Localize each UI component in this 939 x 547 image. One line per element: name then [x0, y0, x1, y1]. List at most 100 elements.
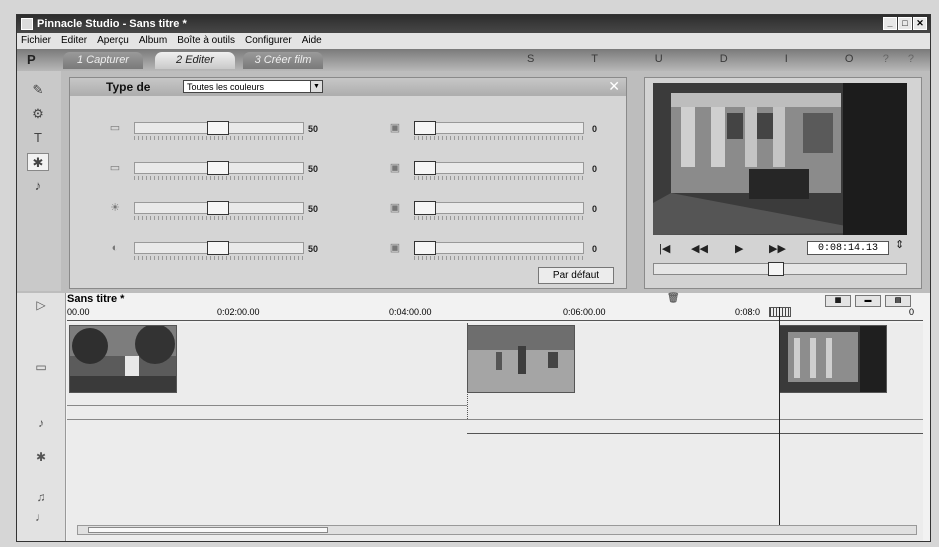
slider-value-1: 50: [308, 124, 319, 134]
slider-value-4: 50: [308, 244, 319, 254]
color-correction-panel: Type de Toutes les couleurs ▼ ✕ ▭ 50 ▭ 5…: [69, 77, 627, 289]
slider-value-6: 0: [592, 164, 598, 174]
playhead-line[interactable]: [779, 307, 780, 529]
timeline-panel: ▷ ▭ ♪ ✱ ♫ ♩ Sans titre * 🗑 ▦ ▬ ▤ 00.00 0…: [17, 293, 930, 541]
horizontal-scrollbar[interactable]: [77, 525, 917, 535]
color-type-select[interactable]: Toutes les couleurs ▼: [183, 80, 323, 93]
slider-value-8: 0: [592, 244, 598, 254]
clip-building[interactable]: [779, 325, 887, 393]
go-to-start-icon[interactable]: |◀: [659, 242, 670, 255]
sun-icon: ☀: [110, 202, 120, 214]
slider-thumb-4[interactable]: [207, 241, 229, 255]
clip-field[interactable]: [467, 325, 575, 393]
pointer-icon[interactable]: ▷: [31, 297, 51, 313]
video-track-icon[interactable]: ▭: [31, 359, 51, 375]
timeline-ruler[interactable]: 00.00 0:02:00.00 0:04:00.00 0:06:00.00 0…: [67, 307, 923, 321]
default-button[interactable]: Par défaut: [538, 267, 614, 284]
play-icon[interactable]: ▶: [735, 242, 743, 255]
saturation-icon: ◐: [111, 242, 119, 254]
track-divider: [67, 419, 923, 420]
slider-value-5: 0: [592, 124, 598, 134]
title-icon[interactable]: T: [27, 129, 49, 147]
menu-apercu[interactable]: Aperçu: [97, 33, 129, 49]
music-icon[interactable]: ♫: [31, 489, 51, 505]
rewind-icon[interactable]: ◀◀: [691, 242, 708, 255]
slider-track-7[interactable]: [414, 202, 584, 214]
menu-bar: Fichier Editer Aperçu Album Boîte à outi…: [17, 33, 930, 49]
menu-configurer[interactable]: Configurer: [245, 33, 292, 49]
window-title: Pinnacle Studio - Sans titre *: [37, 18, 187, 30]
menu-fichier[interactable]: Fichier: [21, 33, 51, 49]
playhead-handle[interactable]: [769, 307, 791, 317]
menu-album[interactable]: Album: [139, 33, 167, 49]
panel-header: Type de Toutes les couleurs ▼ ✕: [70, 78, 626, 96]
color-icon[interactable]: ✱: [27, 153, 49, 171]
trash-icon[interactable]: 🗑: [667, 293, 680, 304]
effects-icon[interactable]: ✱: [31, 449, 51, 465]
slider-value-3: 50: [308, 204, 319, 214]
view-buttons: ▦ ▬ ▤: [825, 295, 911, 307]
slider-ticks-3: [134, 216, 304, 220]
menu-aide[interactable]: Aide: [302, 33, 322, 49]
menu-editer[interactable]: Editer: [61, 33, 87, 49]
slider-ticks-8: [414, 256, 584, 260]
fast-forward-icon[interactable]: ▶▶: [769, 242, 786, 255]
mode-bar: P 1 Capturer 2 Editer 3 Créer film S T U…: [17, 49, 930, 71]
window-buttons: _ □ ✕: [883, 17, 927, 30]
application-window: Pinnacle Studio - Sans titre * _ □ ✕ Fic…: [16, 14, 931, 542]
audio-icon[interactable]: ♪: [31, 415, 51, 431]
contrast-icon: ▭: [109, 122, 121, 134]
slider-thumb-7[interactable]: [414, 201, 436, 215]
slider-thumb-2[interactable]: [207, 161, 229, 175]
audio-icon[interactable]: ♪: [27, 177, 49, 195]
clip-boundary: [467, 323, 469, 419]
chevron-down-icon[interactable]: ▼: [310, 81, 322, 92]
video-track: [67, 323, 923, 541]
speaker-icon[interactable]: ♩: [31, 509, 51, 525]
effect-icon-4: ▣: [389, 242, 401, 254]
slider-ticks-1: [134, 136, 304, 140]
maximize-button[interactable]: □: [898, 17, 912, 30]
pinnacle-logo: P: [27, 52, 36, 67]
title-bar: Pinnacle Studio - Sans titre * _ □ ✕: [17, 15, 930, 33]
timeline-view-button[interactable]: ▬: [855, 295, 881, 307]
close-icon[interactable]: ✕: [608, 78, 620, 95]
scrollbar-thumb[interactable]: [88, 527, 328, 533]
timecode-stepper-icon[interactable]: ⇕: [895, 238, 904, 251]
slider-thumb-3[interactable]: [207, 201, 229, 215]
video-preview-panel: |◀ ◀◀ ▶ ▶▶ 0:08:14.13 ⇕: [644, 77, 922, 289]
building-thumbnail: [780, 326, 886, 392]
video-preview: [653, 83, 907, 235]
text-view-button[interactable]: ▤: [885, 295, 911, 307]
slider-thumb-5[interactable]: [414, 121, 436, 135]
scrubber-knob[interactable]: [768, 262, 784, 276]
preview-scrubber[interactable]: [653, 262, 907, 276]
ruler-label-4: 0:08:0: [735, 307, 761, 317]
menu-boite-a-outils[interactable]: Boîte à outils: [177, 33, 235, 49]
toolbox-sidebar: ✎ ⚙ T ✱ ♪: [17, 71, 61, 291]
app-icon[interactable]: [21, 18, 33, 30]
slider-thumb-8[interactable]: [414, 241, 436, 255]
slider-value-2: 50: [308, 164, 319, 174]
slider-thumb-1[interactable]: [207, 121, 229, 135]
field-thumbnail: [468, 326, 574, 392]
slider-ticks-5: [414, 136, 584, 140]
slider-ticks-7: [414, 216, 584, 220]
tab-capturer[interactable]: 1 Capturer: [63, 52, 143, 69]
clip-garden[interactable]: [69, 325, 177, 393]
tab-creer-film[interactable]: 3 Créer film: [243, 52, 323, 69]
slider-track-8[interactable]: [414, 242, 584, 254]
timecode-display[interactable]: 0:08:14.13: [807, 241, 889, 255]
minimize-button[interactable]: _: [883, 17, 897, 30]
transition-icon[interactable]: ⚙: [27, 105, 49, 123]
slider-track-6[interactable]: [414, 162, 584, 174]
ruler-label-1: 0:02:00.00: [217, 307, 260, 317]
brightness-icon: ▭: [109, 162, 121, 174]
slider-thumb-6[interactable]: [414, 161, 436, 175]
help-icons[interactable]: ? ?: [883, 53, 922, 65]
close-button[interactable]: ✕: [913, 17, 927, 30]
edit-icon[interactable]: ✎: [27, 81, 49, 99]
tab-editer[interactable]: 2 Editer: [155, 52, 235, 69]
storyboard-view-button[interactable]: ▦: [825, 295, 851, 307]
slider-track-5[interactable]: [414, 122, 584, 134]
